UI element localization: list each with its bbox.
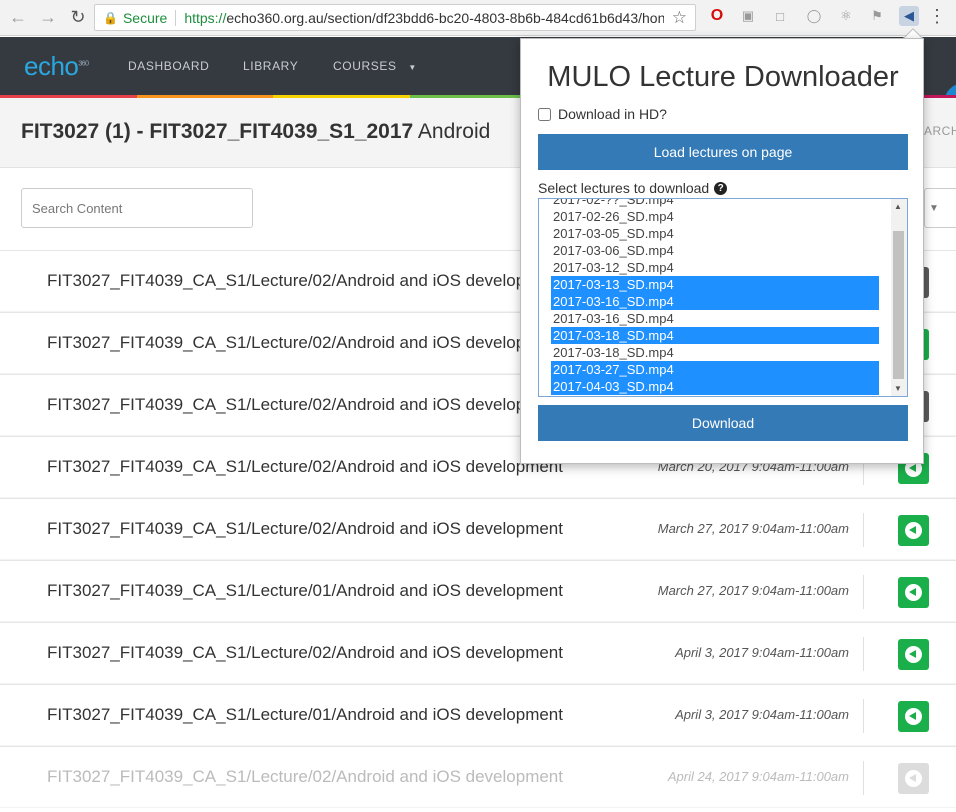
browser-toolbar: ← → ↻ 🔒 Secure https://echo360.org.au/se… [0,0,956,36]
lock-icon: 🔒 [103,10,118,25]
lecture-row[interactable]: FIT3027_FIT4039_CA_S1/Lecture/02/Android… [0,746,956,808]
lecture-option[interactable]: 2017-03-18_SD.mp4 [551,327,879,344]
lecture-option[interactable]: 2017-03-27_SD.mp4 [551,361,879,378]
bookmark-star-icon[interactable]: ☆ [672,8,687,28]
lecture-title[interactable]: FIT3027_FIT4039_CA_S1/Lecture/02/Android… [47,643,563,663]
chevron-down-icon: ▼ [408,63,417,72]
image-extension-icon[interactable]: ▣ [738,6,758,26]
row-divider [863,761,864,795]
play-button[interactable] [898,701,929,732]
lecture-option[interactable]: 2017-03-12_SD.mp4 [551,259,879,276]
course-title-bold: FIT3027 (1) - FIT3027_FIT4039_S1_2017 [21,120,414,143]
lecture-option[interactable]: 2017-03-13_SD.mp4 [551,276,879,293]
nav-dashboard[interactable]: DASHBOARD [128,59,209,73]
lecture-option[interactable]: 2017-03-06_SD.mp4 [551,242,879,259]
row-divider [863,637,864,671]
url-path: echo360.org.au/section/df23bdd6-bc20-480… [226,9,665,26]
scroll-up-icon[interactable]: ▲ [894,202,902,211]
pdf-extension-icon[interactable]: ⚑ [867,6,887,26]
secure-label: Secure [122,9,168,26]
filter-select[interactable]: ▼ [924,188,956,228]
course-title-rest: Android [413,120,491,143]
lecture-date: March 27, 2017 9:04am-11:00am [657,583,849,598]
address-bar[interactable]: 🔒 Secure https://echo360.org.au/section/… [94,4,696,31]
play-button[interactable] [898,577,929,608]
lecture-date: April 3, 2017 9:04am-11:00am [675,645,849,660]
logo-text: echo [24,51,79,81]
lecture-title[interactable]: FIT3027_FIT4039_CA_S1/Lecture/02/Android… [47,457,563,477]
lecture-date: April 24, 2017 9:04am-11:00am [667,769,849,784]
lecture-row[interactable]: FIT3027_FIT4039_CA_S1/Lecture/01/Android… [0,560,956,622]
mulo-extension-icon[interactable]: ◀ [899,6,919,26]
lecture-option[interactable]: 2017-02-26_SD.mp4 [551,208,879,225]
help-icon[interactable]: ? [714,181,728,195]
lecture-row[interactable]: FIT3027_FIT4039_CA_S1/Lecture/02/Android… [0,622,956,684]
lecture-option[interactable]: 2017-03-05_SD.mp4 [551,225,879,242]
play-button[interactable] [898,515,929,546]
search-tab-label[interactable]: ARCH [924,124,956,138]
lecture-option[interactable]: 2017-04-03_SD.mp4 [551,378,879,395]
options-list: 2017-02-??_SD.mp4 2017-02-26_SD.mp4 2017-0… [551,199,879,395]
lecture-title[interactable]: FIT3027_FIT4039_CA_S1/Lecture/02/Android… [47,333,563,353]
opera-extension-icon[interactable]: O [707,6,727,26]
url-scheme: https:// [184,9,227,26]
lecture-title[interactable]: FIT3027_FIT4039_CA_S1/Lecture/02/Android… [47,519,563,539]
play-icon [905,584,922,601]
lecture-title[interactable]: FIT3027_FIT4039_CA_S1/Lecture/01/Android… [47,705,563,725]
logo-sup: 360 [78,60,89,68]
lecture-option[interactable]: 2017-03-16_SD.mp4 [551,310,879,327]
lecture-row[interactable]: FIT3027_FIT4039_CA_S1/Lecture/01/Android… [0,684,956,746]
chevron-down-icon: ▼ [929,203,939,214]
hd-label: Download in HD? [558,106,667,122]
lecture-option[interactable]: 2017-03-18_SD.mp4 [551,344,879,361]
page-title: FIT3027 (1) - FIT3027_FIT4039_S1_2017 An… [21,120,490,144]
screenshot-extension-icon[interactable]: □ [770,6,790,26]
play-button[interactable] [898,763,929,794]
scroll-down-icon[interactable]: ▼ [894,384,902,393]
select-label-text: Select lectures to download [538,180,710,196]
lecture-option[interactable]: 2017-03-16_SD.mp4 [551,293,879,310]
echo360-logo[interactable]: echo360 [24,51,89,82]
download-button[interactable]: Download [538,405,908,441]
lecture-date: April 3, 2017 9:04am-11:00am [675,707,849,722]
lecture-date: March 27, 2017 9:04am-11:00am [657,521,849,536]
nav-courses-label: COURSES [333,59,397,73]
lecture-title[interactable]: FIT3027_FIT4039_CA_S1/Lecture/01/Android… [47,581,563,601]
address-divider [175,9,177,26]
lecture-multiselect[interactable]: 2017-02-??_SD.mp4 2017-02-26_SD.mp4 2017-0… [538,198,908,397]
browser-menu-icon[interactable]: ⋮ [928,6,946,27]
lecture-title[interactable]: FIT3027_FIT4039_CA_S1/Lecture/02/Android… [47,395,563,415]
row-divider [863,575,864,609]
dev-extension-icon[interactable]: ◯ [804,6,824,26]
forward-icon[interactable]: → [36,6,60,30]
row-divider [863,513,864,547]
hd-checkbox[interactable] [538,107,551,121]
popup-title: MULO Lecture Downloader [547,61,899,93]
hd-checkbox-row[interactable]: Download in HD? [538,106,667,122]
play-icon [905,708,922,725]
play-icon [905,522,922,539]
nav-courses[interactable]: COURSES ▼ [333,59,417,73]
scroll-thumb[interactable] [893,231,904,379]
lecture-row[interactable]: FIT3027_FIT4039_CA_S1/Lecture/02/Android… [0,498,956,560]
lecture-option[interactable]: 2017-02-??_SD.mp4 [551,199,879,208]
play-icon [905,770,922,787]
reload-icon[interactable]: ↻ [66,6,90,30]
play-button[interactable] [898,639,929,670]
scrollbar[interactable]: ▲ ▼ [891,199,907,396]
play-icon [905,646,922,663]
select-lectures-label: Select lectures to download ? [538,180,728,196]
nav-library[interactable]: LIBRARY [243,59,298,73]
react-extension-icon[interactable]: ⚛ [836,6,856,26]
url-text[interactable]: https://echo360.org.au/section/df23bdd6-… [184,10,664,26]
lecture-title[interactable]: FIT3027_FIT4039_CA_S1/Lecture/02/Android… [47,271,563,291]
load-lectures-button[interactable]: Load lectures on page [538,134,908,170]
row-divider [863,699,864,733]
back-icon[interactable]: ← [6,6,30,30]
mulo-popup: MULO Lecture Downloader Download in HD? … [520,38,924,464]
lecture-title[interactable]: FIT3027_FIT4039_CA_S1/Lecture/02/Android… [47,767,563,787]
search-input[interactable] [21,188,253,228]
